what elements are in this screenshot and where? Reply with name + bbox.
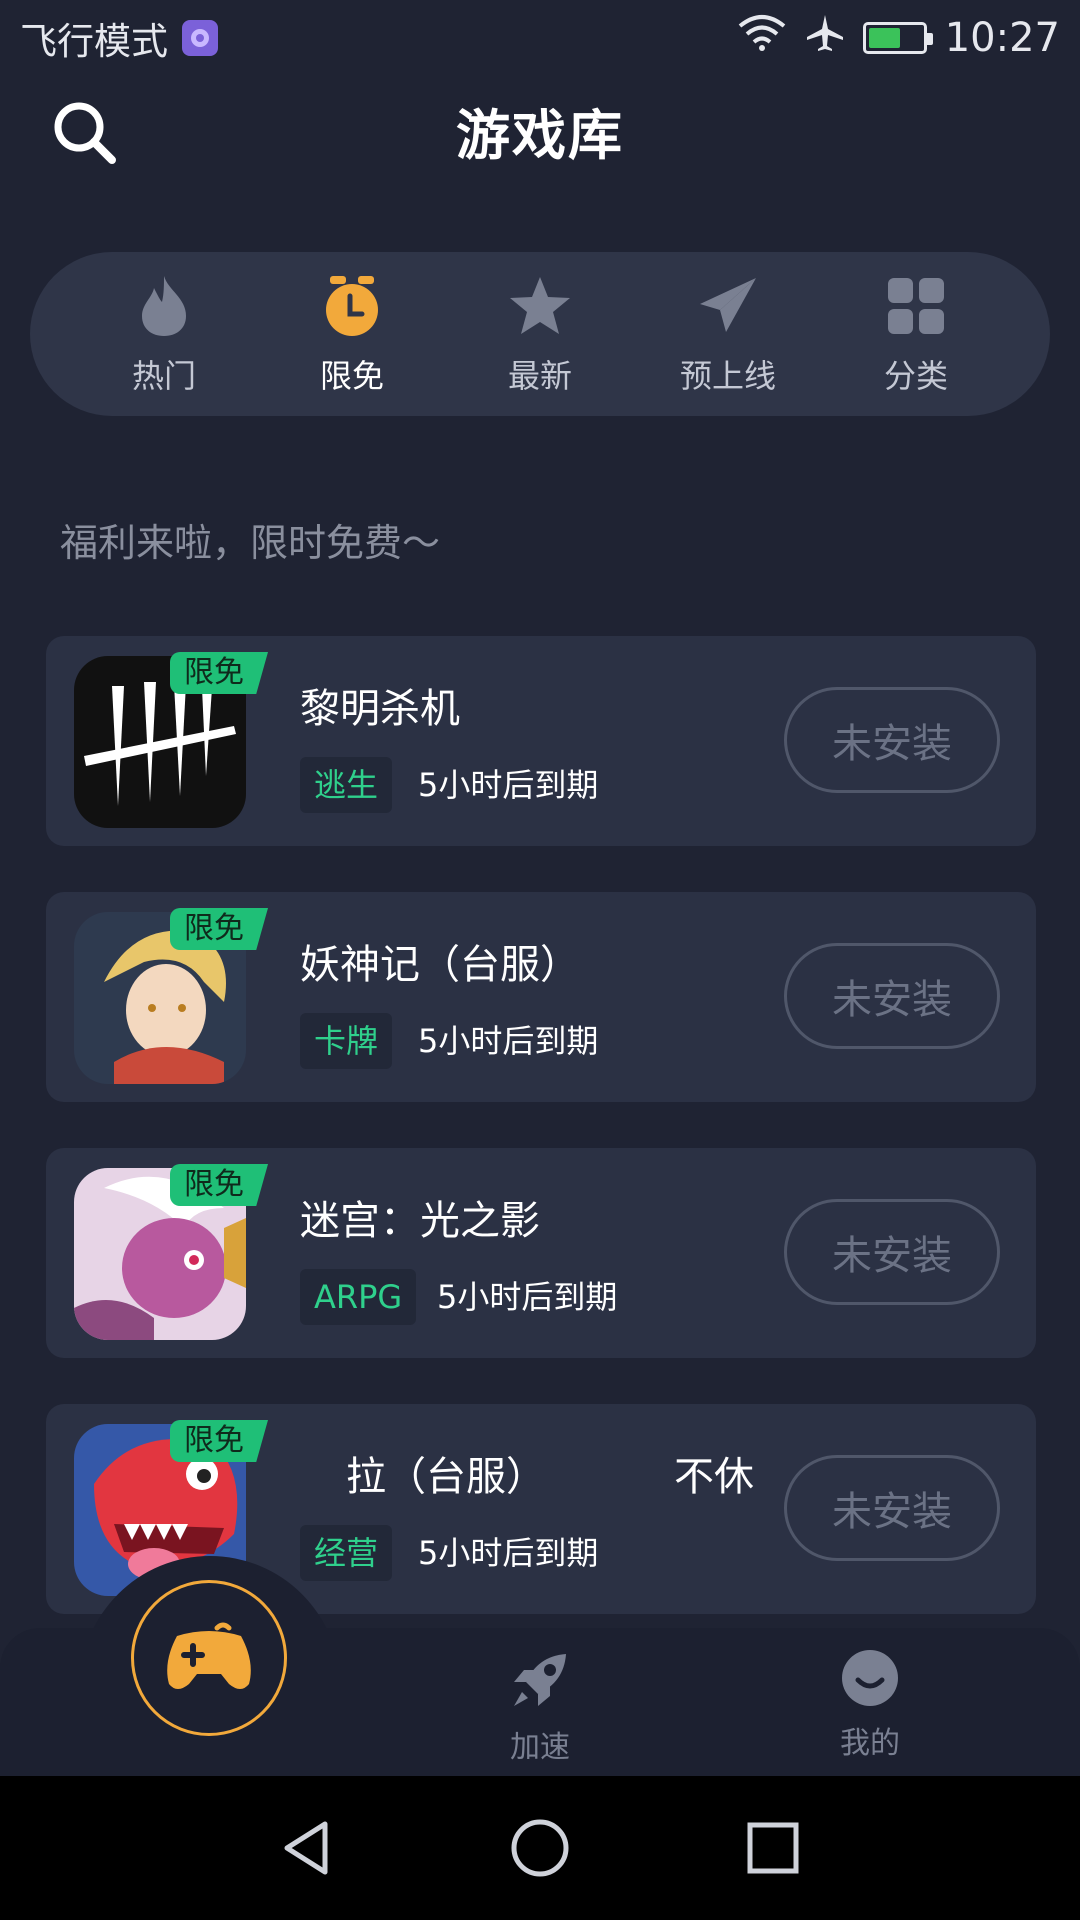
system-nav-bar (0, 1776, 1080, 1920)
back-triangle-icon (284, 1821, 328, 1875)
game-library-fab[interactable] (131, 1580, 287, 1736)
game-name: 迷宫：光之影 (300, 1198, 540, 1244)
category-tabs: 热门 限免 最新 预上线 分类 (30, 252, 1050, 416)
recents-button[interactable] (733, 1808, 813, 1888)
search-button[interactable] (50, 98, 120, 168)
app-notification-icon (182, 20, 218, 56)
timer-icon (317, 271, 387, 341)
section-subtitle: 福利来啦，限时免费～ (60, 521, 441, 565)
install-button[interactable]: 未安装 (784, 1455, 1000, 1561)
expire-text: 5小时后到期 (418, 766, 599, 804)
nav-label: 我的 (840, 1726, 900, 1761)
genre-tag: 卡牌 (300, 1013, 393, 1069)
genre-tag: ARPG (300, 1269, 417, 1325)
tab-categories[interactable]: 分类 (841, 271, 991, 397)
limited-free-badge: 限免 (170, 1164, 268, 1206)
install-button[interactable]: 未安装 (784, 943, 1000, 1049)
tab-label: 热门 (131, 357, 196, 395)
nav-mine[interactable]: 我的 (800, 1648, 940, 1762)
expire-text: 5小时后到期 (418, 1534, 599, 1572)
game-card[interactable]: 限免 黎明杀机 逃生 5小时后到期 未安装 (46, 636, 1036, 846)
install-button[interactable]: 未安装 (784, 1199, 1000, 1305)
airplane-icon (805, 13, 845, 63)
game-card[interactable]: 限免 妖神记（台服） 卡牌 5小时后到期 未安装 (46, 892, 1036, 1102)
tab-label: 限免 (319, 357, 384, 395)
smiley-icon (842, 1650, 898, 1706)
page-title: 游戏库 (456, 103, 624, 167)
home-circle-icon (511, 1819, 569, 1877)
game-name: 拉（台服） (346, 1454, 546, 1500)
limited-free-badge: 限免 (170, 908, 268, 950)
genre-tag: 逃生 (300, 757, 393, 813)
limited-free-badge: 限免 (170, 652, 268, 694)
status-right: 10:27 (737, 13, 1060, 63)
game-name: 妖神记（台服） (300, 942, 580, 988)
tab-label: 最新 (507, 357, 572, 395)
rocket-icon (514, 1654, 566, 1706)
battery-icon (862, 22, 933, 54)
tab-label: 分类 (883, 357, 948, 395)
search-icon (54, 102, 116, 164)
game-card[interactable]: 限免 迷宫：光之影 ARPG 5小时后到期 未安装 (46, 1148, 1036, 1358)
tab-limited-free[interactable]: 限免 (277, 271, 427, 397)
status-bar: 飞行模式 10:27 (0, 0, 1080, 76)
home-button[interactable] (500, 1808, 580, 1888)
nav-label: 加速 (510, 1730, 570, 1765)
recents-square-icon (747, 1822, 799, 1874)
expire-text: 5小时后到期 (418, 1022, 599, 1060)
game-name: 黎明杀机 (300, 686, 460, 732)
tab-label: 预上线 (679, 357, 776, 395)
back-button[interactable] (267, 1808, 347, 1888)
airplane-mode-text: 飞行模式 (20, 20, 168, 63)
star-icon (505, 271, 575, 341)
game-name-scroll-part: 不休 (674, 1454, 754, 1500)
genre-tag: 经营 (300, 1525, 393, 1581)
limited-free-badge: 限免 (170, 1420, 268, 1462)
header: 游戏库 (0, 80, 1080, 180)
flame-icon (129, 271, 199, 341)
status-left: 飞行模式 (20, 11, 218, 65)
clock: 10:27 (944, 15, 1060, 61)
wifi-icon (737, 14, 787, 62)
tab-newest[interactable]: 最新 (465, 271, 615, 397)
tab-upcoming[interactable]: 预上线 (653, 271, 803, 397)
paper-plane-icon (693, 271, 763, 341)
nav-accelerate[interactable]: 加速 (470, 1648, 610, 1766)
install-button[interactable]: 未安装 (784, 687, 1000, 793)
tab-hot[interactable]: 热门 (89, 271, 239, 397)
gamepad-icon (167, 1622, 251, 1689)
expire-text: 5小时后到期 (437, 1278, 618, 1316)
grid-icon (881, 271, 951, 341)
